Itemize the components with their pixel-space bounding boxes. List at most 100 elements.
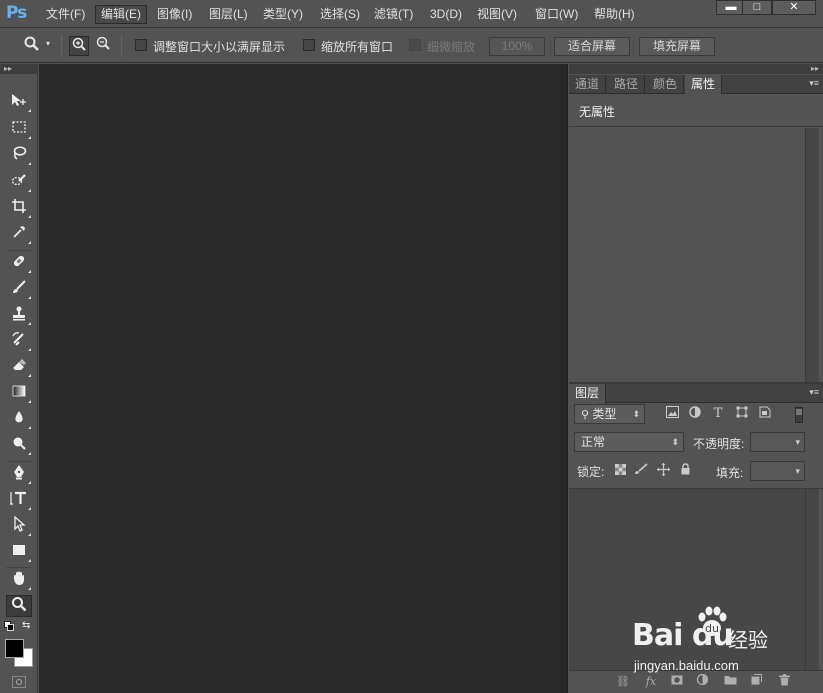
menu-layer[interactable]: 图层(L) bbox=[204, 5, 253, 24]
eraser-tool-icon[interactable] bbox=[6, 357, 32, 379]
watermark-cn: 经验 bbox=[728, 628, 768, 652]
marquee-tool-icon[interactable] bbox=[6, 119, 32, 141]
options-separator bbox=[61, 35, 62, 57]
lock-label: 锁定: bbox=[577, 465, 605, 479]
quick-mask-icon[interactable] bbox=[12, 676, 26, 688]
chevron-down-icon: ▾ bbox=[795, 437, 800, 447]
properties-scrollbar[interactable] bbox=[805, 128, 819, 382]
no-properties-label: 无属性 bbox=[579, 105, 616, 119]
menu-filter[interactable]: 滤镜(T) bbox=[369, 5, 418, 24]
path-selection-tool-icon[interactable] bbox=[6, 515, 32, 538]
properties-content bbox=[569, 128, 805, 382]
toolbar-separator bbox=[6, 250, 32, 251]
chevron-updown-icon: ⬍ bbox=[632, 409, 640, 419]
tab-properties[interactable]: 属性 bbox=[685, 75, 723, 95]
maximize-button[interactable]: □ bbox=[742, 0, 772, 15]
close-button[interactable]: ✕ bbox=[772, 0, 816, 15]
clone-stamp-tool-icon[interactable] bbox=[6, 305, 32, 327]
document-canvas-area[interactable] bbox=[39, 64, 568, 693]
panel-menu-icon[interactable]: ▾≡ bbox=[809, 387, 819, 398]
layers-scrollbar[interactable] bbox=[805, 489, 819, 670]
pen-tool-icon[interactable] bbox=[6, 464, 32, 486]
opacity-input[interactable]: ▾ bbox=[750, 432, 805, 452]
tab-color[interactable]: 颜色 bbox=[647, 75, 685, 94]
right-panel-dock: ▸▸ 通道 路径 颜色 属性 ▾≡ 无属性 图层 ▾≡ ⚲ 类型 ⬍ T 正常 … bbox=[569, 64, 823, 693]
fit-screen-button[interactable]: 适合屏幕 bbox=[554, 37, 630, 56]
zoom-tool-icon[interactable] bbox=[6, 595, 32, 617]
fill-label: 填充: bbox=[716, 466, 744, 480]
filter-kind-label: 类型 bbox=[592, 407, 617, 421]
lock-all-icon[interactable] bbox=[677, 463, 693, 479]
tools-panel: ▸▸ ⇆ bbox=[0, 64, 38, 693]
tab-channels[interactable]: 通道 bbox=[569, 75, 607, 94]
eyedropper-tool-icon[interactable] bbox=[6, 224, 32, 246]
move-tool-icon[interactable] bbox=[6, 92, 32, 114]
opacity-label: 不透明度: bbox=[693, 437, 745, 451]
swap-colors-icon[interactable]: ⇆ bbox=[22, 620, 30, 631]
menu-help[interactable]: 帮助(H) bbox=[589, 5, 640, 24]
lasso-tool-icon[interactable] bbox=[6, 145, 32, 167]
zoom-100-button[interactable]: 100% bbox=[489, 37, 545, 56]
fill-input[interactable]: ▾ bbox=[750, 461, 805, 481]
zoom-all-windows-label: 缩放所有窗口 bbox=[321, 40, 394, 54]
hand-tool-icon[interactable] bbox=[6, 570, 32, 592]
chevron-updown-icon: ⬍ bbox=[671, 437, 679, 447]
scrubby-zoom-checkbox[interactable] bbox=[409, 39, 421, 51]
menu-select[interactable]: 选择(S) bbox=[315, 5, 365, 24]
properties-header: 无属性 bbox=[569, 94, 823, 127]
filter-smart-object-icon[interactable] bbox=[757, 406, 773, 422]
layer-filter-dropdown[interactable]: ⚲ 类型 ⬍ bbox=[574, 404, 645, 424]
lock-position-icon[interactable] bbox=[655, 463, 671, 479]
fill-screen-button[interactable]: 填充屏幕 bbox=[639, 37, 715, 56]
quick-selection-tool-icon[interactable] bbox=[6, 172, 32, 194]
filter-adjustment-icon[interactable] bbox=[687, 406, 703, 422]
zoom-in-icon[interactable] bbox=[69, 36, 89, 56]
resize-windows-label: 调整窗口大小以满屏显示 bbox=[153, 40, 286, 54]
menu-edit[interactable]: 编辑(E) bbox=[95, 5, 147, 24]
lock-image-pixels-icon[interactable] bbox=[633, 463, 649, 479]
menu-3d[interactable]: 3D(D) bbox=[425, 5, 467, 24]
dock-collapse-icon[interactable]: ▸▸ bbox=[569, 64, 823, 74]
app-logo: Ps bbox=[6, 3, 27, 23]
filter-shape-icon[interactable] bbox=[734, 406, 750, 422]
type-tool-icon[interactable] bbox=[6, 490, 32, 512]
healing-brush-tool-icon[interactable] bbox=[6, 253, 32, 275]
filter-pixel-icon[interactable] bbox=[664, 406, 680, 422]
options-separator bbox=[121, 35, 122, 57]
svg-text:du: du bbox=[705, 622, 719, 635]
menu-view[interactable]: 视图(V) bbox=[472, 5, 522, 24]
zoom-out-icon[interactable] bbox=[93, 36, 113, 56]
blend-mode-dropdown[interactable]: 正常 ⬍ bbox=[574, 432, 684, 452]
menu-image[interactable]: 图像(I) bbox=[152, 5, 197, 24]
menu-window[interactable]: 窗口(W) bbox=[530, 5, 583, 24]
filter-toggle-switch[interactable] bbox=[795, 407, 803, 423]
watermark-url: jingyan.baidu.com bbox=[634, 658, 739, 673]
gradient-tool-icon[interactable] bbox=[6, 383, 32, 405]
lock-transparent-pixels-icon[interactable] bbox=[612, 463, 628, 479]
tab-paths[interactable]: 路径 bbox=[608, 75, 646, 94]
crop-tool-icon[interactable] bbox=[6, 198, 32, 220]
toolbar-separator bbox=[6, 461, 32, 462]
brush-tool-icon[interactable] bbox=[6, 279, 32, 301]
blur-tool-icon[interactable] bbox=[6, 409, 32, 431]
menu-type[interactable]: 类型(Y) bbox=[258, 5, 308, 24]
tab-layers[interactable]: 图层 bbox=[569, 384, 607, 404]
baidu-jingyan-watermark: Bai du du 经验 jingyan.baidu.com bbox=[628, 602, 788, 678]
dodge-tool-icon[interactable] bbox=[6, 435, 32, 457]
toolbar-collapse-icon[interactable]: ▸▸ bbox=[0, 64, 38, 74]
zoom-tool-preset-icon[interactable] bbox=[22, 36, 42, 56]
menu-file[interactable]: 文件(F) bbox=[41, 5, 90, 24]
filter-type-icon[interactable]: T bbox=[710, 406, 726, 422]
search-icon: ⚲ bbox=[581, 409, 590, 421]
rectangle-tool-icon[interactable] bbox=[6, 542, 32, 564]
default-colors-icon[interactable] bbox=[4, 620, 14, 631]
history-brush-tool-icon[interactable] bbox=[6, 331, 32, 353]
scrubby-zoom-label: 细微缩放 bbox=[427, 40, 476, 54]
preset-dropdown-icon[interactable]: ▾ bbox=[46, 39, 50, 48]
foreground-color-swatch[interactable] bbox=[5, 639, 24, 658]
zoom-all-windows-checkbox[interactable] bbox=[303, 39, 315, 51]
options-bar: ▾ 调整窗口大小以满屏显示 缩放所有窗口 细微缩放 100% 适合屏幕 填充屏幕 bbox=[0, 29, 823, 63]
resize-windows-checkbox[interactable] bbox=[135, 39, 147, 51]
baidu-paw-icon: du bbox=[698, 606, 727, 636]
panel-menu-icon[interactable]: ▾≡ bbox=[809, 78, 819, 89]
